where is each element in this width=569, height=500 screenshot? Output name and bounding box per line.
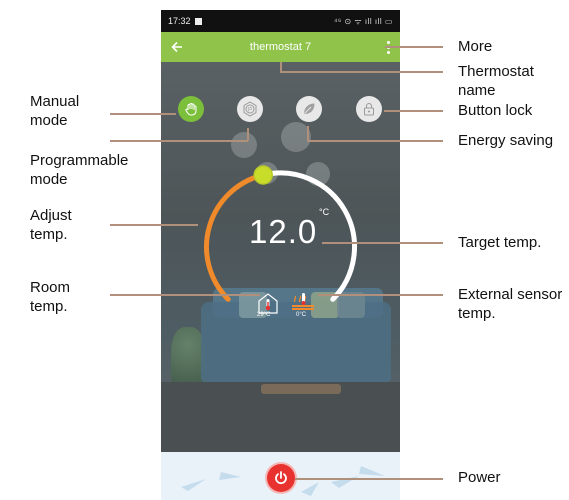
room-callout-line: [110, 294, 260, 296]
power-callout-line: [295, 478, 443, 480]
external-callout-line: [318, 294, 443, 296]
label-power: Power: [458, 469, 501, 486]
target-callout-line: [322, 242, 443, 244]
label-energy-saving: Energy saving: [458, 132, 554, 149]
back-arrow-icon[interactable]: [167, 37, 187, 57]
external-temp-value: 0°C: [296, 312, 307, 318]
manual-callout-line: [110, 113, 176, 115]
name-callout-line: [280, 71, 443, 73]
label-button-lock: Button lock: [458, 102, 533, 119]
label-thermostat-name: Thermostat name: [458, 63, 534, 99]
adjust-callout-line: [110, 224, 198, 226]
label-programmable-mode: Programmable mode: [30, 152, 129, 188]
programmable-callout-line: [110, 140, 248, 142]
notification-icon: [194, 17, 202, 25]
thermostat-name: thermostat 7: [249, 41, 312, 53]
power-button[interactable]: [267, 464, 295, 492]
room-temp-icon: [258, 293, 278, 314]
energy-callout-vline: [307, 126, 309, 141]
label-adjust-temp: Adjust temp.: [30, 207, 72, 243]
phone-screen: 17:32 ⁴⁶ ⊙ ᯤ ıll ıll ▭ thermostat 7 P 12…: [161, 10, 400, 500]
label-manual-mode: Manual mode: [30, 93, 80, 129]
external-sensor-icon: [292, 293, 314, 310]
room-temp-value: 29°C: [257, 312, 271, 318]
adjust-temp-knob[interactable]: [253, 165, 273, 185]
label-target-temp: Target temp.: [458, 234, 542, 251]
more-callout-line: [385, 46, 443, 48]
app-bar: thermostat 7: [161, 32, 400, 62]
temp-unit: °C: [319, 207, 330, 217]
lock-callout-line: [384, 110, 443, 112]
power-icon: [275, 471, 287, 485]
status-bar: 17:32 ⁴⁶ ⊙ ᯤ ıll ıll ▭: [161, 10, 400, 32]
energy-callout-line: [307, 140, 443, 142]
temperature-dial: [204, 165, 357, 314]
label-more: More: [458, 38, 493, 55]
status-time: 17:32: [168, 16, 191, 26]
target-temp-value: 12.0: [249, 213, 318, 250]
programmable-callout-vline: [247, 128, 249, 141]
label-room-temp: Room temp.: [30, 279, 71, 315]
status-icons: ⁴⁶ ⊙ ᯤ ıll ıll ▭: [334, 16, 393, 26]
label-external-sensor: External sensor temp.: [458, 286, 563, 322]
